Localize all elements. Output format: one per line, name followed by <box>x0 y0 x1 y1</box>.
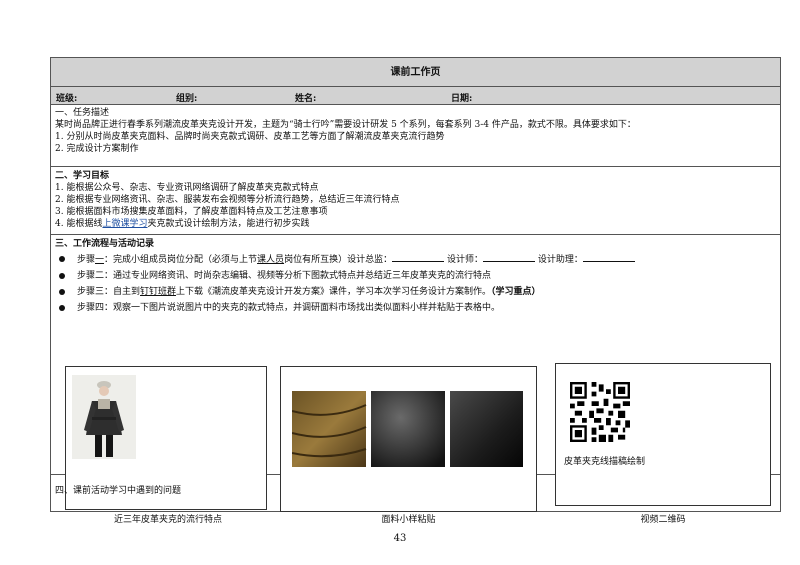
sketch-label: 皮革夹克线描稿绘制 <box>564 457 646 467</box>
step-four: 步骤四：观察一下图片说说图片中的夹克的款式特点，并调研面料市场找出类似面料小样并… <box>55 302 780 314</box>
bullet-icon <box>59 273 65 279</box>
section3-heading: 三、工作流程与活动记录 <box>55 239 155 249</box>
step3-text: 步骤三：自主到 <box>77 287 141 297</box>
step3-text: 钉钉班群 <box>140 287 177 297</box>
section1-heading: 一、任务描述 <box>55 108 110 118</box>
step-three: 步骤三：自主到钉钉班群上下载《潮流皮革夹克设计开发方案》课件，学习本次学习任务设… <box>55 286 780 298</box>
item4-link: 上微课学习 <box>102 219 148 229</box>
section4-heading: 四、课前活动学习中遇到的问题 <box>55 486 182 496</box>
caption-fabric: 面料小样粘贴 <box>381 515 436 525</box>
section2-item: 3. 能根据面料市场搜集皮革面料，了解皮革面料特点及工艺注意事项 <box>55 207 328 217</box>
step1-text: 设计助理： <box>534 255 583 265</box>
step4-text: 步骤四：观察一下图片说说图片中的夹克的款式特点，并调研面料市场找出类似面料小样并… <box>77 303 501 313</box>
director-blank[interactable] <box>392 253 445 262</box>
section1-item: 1. 分别从时尚皮革夹克面料、品牌时尚夹克款式调研、皮革工艺等方面了解潮流皮革夹… <box>55 132 445 142</box>
qr-code-icon[interactable] <box>570 382 630 442</box>
step-one: 步骤一：完成小组成员岗位分配（必须与上节课人员岗位有所互换）设计总监： 设计师：… <box>55 253 780 266</box>
item4-text: 4. 能根据线 <box>55 219 103 229</box>
section2-item: 1. 能根据公众号、杂志、专业资讯网络调研了解皮革夹克款式特点 <box>55 183 319 193</box>
section2-heading: 二、学习目标 <box>55 171 110 181</box>
step1-text: 岗位有所互换）设计总监： <box>284 255 393 265</box>
learning-goals-section: 二、学习目标 1. 能根据公众号、杂志、专业资讯网络调研了解皮革夹克款式特点 2… <box>51 167 780 235</box>
step3-text: 上下载《潮流皮革夹克设计开发方案》课件，学习本次学习任务设计方案制作。 <box>176 287 492 297</box>
step-two: 步骤二：通过专业网络资讯、时尚杂志编辑、视频等分析下图款式特点并总结近三年皮革夹… <box>55 270 780 282</box>
item4-text-end: 夹克款式设计绘制方法，能进行初步实践 <box>147 219 310 229</box>
step3-emphasis: （学习重点） <box>491 287 541 297</box>
group-label: 组别: <box>176 94 198 104</box>
class-label: 班级: <box>56 94 78 104</box>
page-number: 43 <box>393 533 407 544</box>
name-label: 姓名: <box>295 94 317 104</box>
bullet-icon <box>59 256 65 262</box>
step1-text: 步骤 <box>77 255 96 265</box>
section2-item: 4. 能根据线上微课学习夹克款式设计绘制方法，能进行初步实践 <box>55 218 780 230</box>
model-photo <box>72 375 136 459</box>
fabric-swatches <box>292 391 523 467</box>
designer-blank[interactable] <box>482 253 535 262</box>
step1-text: 课人员 <box>257 255 285 265</box>
step1-text: 设计师： <box>444 255 483 265</box>
caption-video: 视频二维码 <box>640 515 686 525</box>
info-row: 班级: 组别: 姓名: 日期: <box>51 87 780 105</box>
worksheet-frame: 课前工作页 班级: 组别: 姓名: 日期: 一、任务描述 某时尚品牌正进行春季系… <box>50 57 781 525</box>
worksheet-title: 课前工作页 <box>51 58 780 87</box>
step1-text: 一 <box>95 255 105 265</box>
step1-text: ：完成小组成员岗位分配（必须与上节 <box>104 255 258 265</box>
caption-trends: 近三年皮革夹克的流行特点 <box>113 515 222 525</box>
task-description-section: 一、任务描述 某时尚品牌正进行春季系列潮流皮革夹克设计开发，主题为“骑士行吟”需… <box>51 105 780 167</box>
date-label: 日期: <box>451 94 473 104</box>
section1-item: 2. 完成设计方案制作 <box>55 144 139 154</box>
section2-item: 2. 能根据专业网络资讯、杂志、服装发布会视频等分析流行趋势，总结近三年流行特点 <box>55 195 400 205</box>
workflow-section: 三、工作流程与活动记录 步骤一：完成小组成员岗位分配（必须与上节课人员岗位有所互… <box>51 235 780 525</box>
bullet-icon <box>59 305 65 311</box>
problems-section: 四、课前活动学习中遇到的问题 <box>51 475 780 513</box>
section1-desc: 某时尚品牌正进行春季系列潮流皮革夹克设计开发，主题为“骑士行吟”需要设计研发 5… <box>55 120 636 130</box>
step2-text: 步骤二：通过专业网络资讯、时尚杂志编辑、视频等分析下图款式特点并总结近三年皮革夹… <box>77 271 492 281</box>
assistant-blank[interactable] <box>582 253 635 262</box>
bullet-icon <box>59 289 65 295</box>
